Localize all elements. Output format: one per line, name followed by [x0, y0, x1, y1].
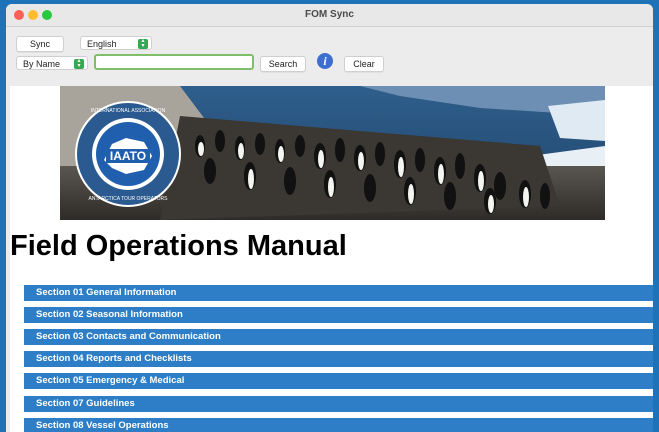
section-link[interactable]: Section 07 Guidelines [24, 396, 653, 412]
clear-button[interactable]: Clear [344, 56, 384, 72]
logo-ring-top: INTERNATIONAL ASSOCIATION [91, 108, 166, 114]
info-icon[interactable]: i [317, 53, 333, 69]
select-arrows-icon: ▴ ▾ [138, 38, 148, 49]
language-value: English [87, 39, 117, 49]
logo-ring-bottom: ANTARCTICA TOUR OPERATORS [89, 196, 169, 202]
sync-button[interactable]: Sync [16, 36, 64, 52]
search-by-select[interactable]: By Name ▴ ▾ [16, 56, 88, 70]
window-title: FOM Sync [305, 9, 354, 20]
section-link[interactable]: Section 03 Contacts and Communication [24, 329, 653, 345]
section-link[interactable]: Section 02 Seasonal Information [24, 307, 653, 323]
manual-content: IAATO INTERNATIONAL ASSOCIATION ANTARCTI… [10, 86, 653, 432]
section-link[interactable]: Section 08 Vessel Operations [24, 418, 653, 432]
logo-text: IAATO [110, 149, 146, 163]
iaato-logo: IAATO INTERNATIONAL ASSOCIATION ANTARCTI… [75, 101, 181, 207]
select-arrows-icon: ▴ ▾ [74, 58, 84, 69]
search-by-value: By Name [23, 59, 61, 69]
title-bar: FOM Sync [6, 4, 653, 27]
toolbar: Sync English ▴ ▾ By Name ▴ ▾ Search i Clea… [6, 27, 653, 82]
search-input[interactable] [94, 54, 254, 70]
app-window: FOM Sync Sync English ▴ ▾ By Name ▴ ▾ Sear… [6, 4, 653, 432]
section-link[interactable]: Section 05 Emergency & Medical [24, 373, 653, 389]
section-link[interactable]: Section 04 Reports and Checklists [24, 351, 653, 367]
section-link[interactable]: Section 01 General Information [24, 285, 653, 301]
banner-image: IAATO INTERNATIONAL ASSOCIATION ANTARCTI… [60, 86, 605, 220]
penguin-photo: IAATO INTERNATIONAL ASSOCIATION ANTARCTI… [60, 86, 605, 220]
search-button[interactable]: Search [260, 56, 306, 72]
language-select[interactable]: English ▴ ▾ [80, 36, 152, 50]
page-title: Field Operations Manual [10, 230, 347, 262]
